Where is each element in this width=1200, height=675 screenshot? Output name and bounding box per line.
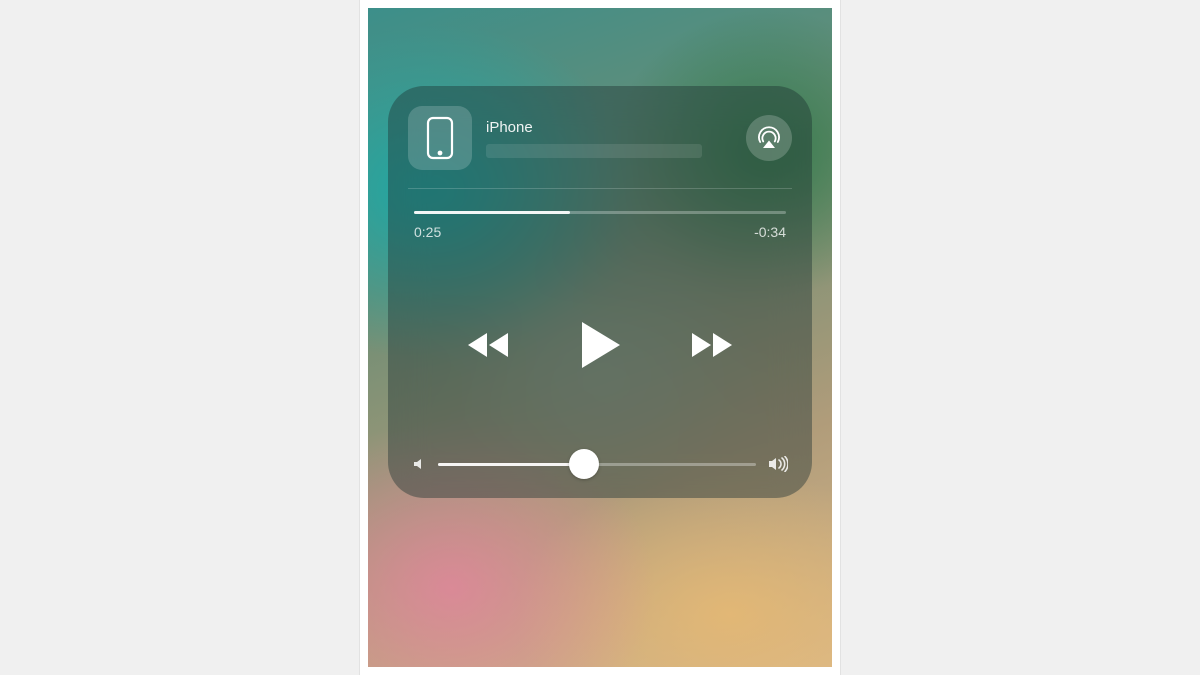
forward-button[interactable] xyxy=(688,330,736,360)
time-row: 0:25 -0:34 xyxy=(414,224,786,240)
play-icon xyxy=(578,320,622,370)
remaining-time: -0:34 xyxy=(754,224,786,240)
device-info: iPhone xyxy=(486,119,732,158)
device-name: iPhone xyxy=(486,119,732,136)
volume-low-icon xyxy=(412,457,426,471)
airplay-button[interactable] xyxy=(746,115,792,161)
rewind-button[interactable] xyxy=(464,330,512,360)
volume-row xyxy=(408,456,792,472)
volume-slider[interactable] xyxy=(438,463,756,466)
device-icon-tile[interactable] xyxy=(408,106,472,170)
airplay-icon xyxy=(756,125,782,151)
transport-controls xyxy=(408,320,792,370)
forward-icon xyxy=(688,330,736,360)
elapsed-time: 0:25 xyxy=(414,224,441,240)
rewind-icon xyxy=(464,330,512,360)
output-device-row: iPhone xyxy=(408,106,792,189)
scrubber-fill xyxy=(414,211,570,214)
play-button[interactable] xyxy=(578,320,622,370)
volume-fill xyxy=(438,463,584,466)
wallpaper: iPhone xyxy=(368,8,832,667)
now-playing-card: iPhone xyxy=(388,86,812,498)
track-title-placeholder xyxy=(486,144,702,158)
iphone-icon xyxy=(426,116,454,160)
scrubber-track[interactable] xyxy=(414,211,786,214)
volume-knob[interactable] xyxy=(569,449,599,479)
progress-section: 0:25 -0:34 xyxy=(408,211,792,240)
phone-frame: iPhone xyxy=(360,0,840,675)
volume-high-icon xyxy=(768,456,788,472)
